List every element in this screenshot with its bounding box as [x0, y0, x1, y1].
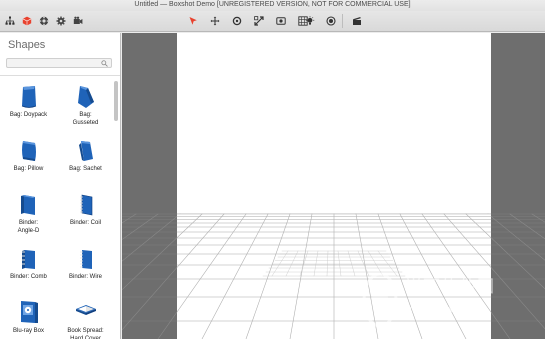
- ball-icon: [39, 16, 49, 26]
- move-tool-button[interactable]: [208, 14, 222, 28]
- scale-tool-button[interactable]: [252, 14, 266, 28]
- bag-pillow-thumbnail: [16, 133, 42, 163]
- record-button[interactable]: [274, 14, 288, 28]
- shape-item-bag-gusseted[interactable]: Bag: Gusseted: [57, 79, 114, 131]
- shape-item-book-spread[interactable]: Book Spread: Hard Cover: [57, 295, 114, 339]
- rotate-tool-button[interactable]: [230, 14, 244, 28]
- watermark-text: 当下软件园: [405, 277, 495, 297]
- search-icon: [101, 60, 108, 67]
- scale-icon: [254, 16, 264, 26]
- toolbar: [0, 11, 545, 32]
- record-icon: [276, 17, 286, 25]
- watermark-logo: [362, 272, 398, 328]
- materials-button[interactable]: [37, 14, 51, 28]
- cube-icon: [22, 16, 32, 26]
- shape-item-binder-coil[interactable]: Binder: Coil: [57, 187, 114, 239]
- panel-title: Shapes: [8, 39, 46, 51]
- search-field[interactable]: [6, 58, 112, 68]
- gear-icon: [56, 16, 66, 26]
- bag-gusseted-thumbnail: [73, 79, 99, 109]
- shape-item-bag-doypack[interactable]: Bag: Doypack: [0, 79, 57, 131]
- hierarchy-icon: [5, 16, 15, 25]
- shape-label: Book Spread: Hard Cover: [67, 328, 104, 339]
- binder-wire-thumbnail: [73, 241, 99, 271]
- scene-tree-button[interactable]: [3, 14, 17, 28]
- shape-item-binder-angle-d[interactable]: Binder: Angle-D: [0, 187, 57, 239]
- shape-label: Bag: Doypack: [9, 112, 48, 118]
- shape-label: Binder: Wire: [68, 274, 102, 280]
- search-input[interactable]: [9, 59, 99, 67]
- clapper-button[interactable]: [350, 14, 364, 28]
- title-bar: Untitled — Boxshot Demo [UNREGISTERED VE…: [0, 0, 545, 11]
- lightbulb-icon: [305, 16, 315, 25]
- light-button[interactable]: [303, 14, 317, 28]
- shape-label: Binder: Angle-D: [17, 220, 40, 234]
- clapperboard-icon: [353, 17, 361, 25]
- move-icon: [210, 16, 220, 26]
- render-icon: [326, 16, 336, 26]
- shape-item-binder-comb[interactable]: Binder: Comb: [0, 241, 57, 293]
- watermark-url: www.downxia.com: [405, 304, 480, 314]
- book-spread-thumbnail: [73, 295, 99, 325]
- blu-ray-box-thumbnail: [16, 295, 42, 325]
- shape-item-bag-pillow[interactable]: Bag: Pillow: [0, 133, 57, 185]
- toolbar-separator: [342, 14, 343, 28]
- bag-sachet-thumbnail: [73, 133, 99, 163]
- settings-button[interactable]: [54, 14, 68, 28]
- render-button[interactable]: [324, 14, 338, 28]
- window-title: Untitled — Boxshot Demo [UNREGISTERED VE…: [134, 1, 411, 8]
- binder-coil-thumbnail: [73, 187, 99, 217]
- binder-angle-d-thumbnail: [16, 187, 42, 217]
- app-window: Untitled — Boxshot Demo [UNREGISTERED VE…: [0, 0, 545, 339]
- bag-doypack-thumbnail: [16, 79, 42, 109]
- panel-scrollbar[interactable]: [114, 81, 118, 121]
- shape-label: Binder: Comb: [10, 274, 47, 280]
- select-tool-button[interactable]: [186, 14, 200, 28]
- shapes-panel: Shapes Bag: Doypack Bag: Gusseted Bag: P…: [0, 33, 121, 339]
- shape-item-bag-sachet[interactable]: Bag: Sachet: [57, 133, 114, 185]
- rotate-icon: [232, 16, 242, 26]
- shape-label: Bag: Gusseted: [72, 112, 99, 126]
- shape-item-blu-ray-box[interactable]: Blu-ray Box: [0, 295, 57, 339]
- binder-comb-thumbnail: [16, 241, 42, 271]
- shape-label: Bag: Sachet: [69, 166, 102, 172]
- shape-label: Binder: Coil: [69, 220, 101, 226]
- shape-label: Bag: Pillow: [13, 166, 44, 172]
- camera-icon: [73, 16, 83, 24]
- camera-button[interactable]: [71, 14, 85, 28]
- arrow-cursor-icon: [189, 17, 197, 25]
- panel-divider: [0, 75, 120, 76]
- shapes-button[interactable]: [20, 14, 34, 28]
- shape-item-binder-wire[interactable]: Binder: Wire: [57, 241, 114, 293]
- shape-label: Blu-ray Box: [12, 328, 44, 334]
